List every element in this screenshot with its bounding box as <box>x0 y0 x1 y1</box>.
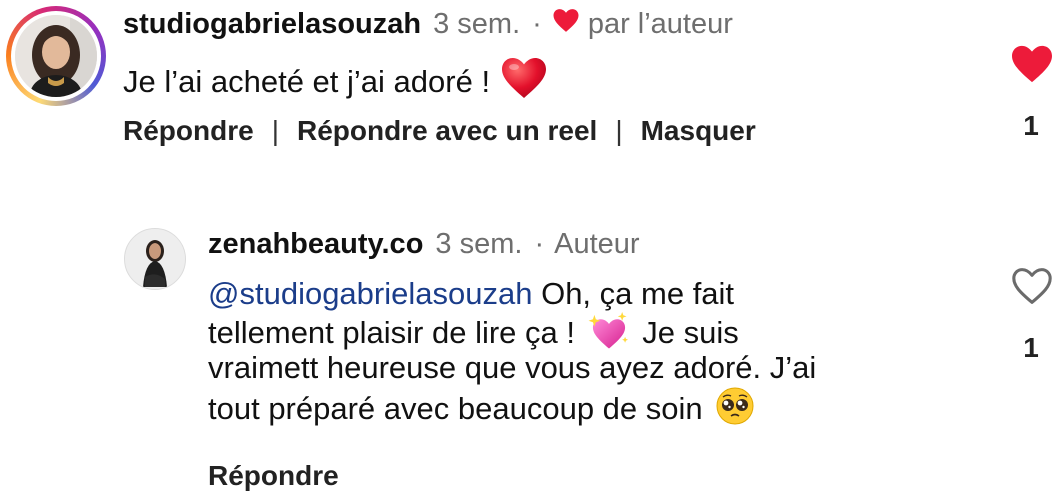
like-button[interactable] <box>1010 44 1054 84</box>
username[interactable]: studiogabrielasouzah <box>123 8 421 41</box>
like-count: 1 <box>1023 110 1039 141</box>
comment-body: Je suis <box>633 315 739 350</box>
comment-body: vraimett heureuse que vous ayez adoré. J… <box>208 350 817 385</box>
mention-link[interactable]: @studiogabrielasouzah <box>208 276 532 311</box>
comment-body: tellement plaisir de lire ça ! <box>208 315 575 350</box>
author-label: Auteur <box>554 227 640 260</box>
red-heart-emoji <box>500 56 548 108</box>
comment-meta: studiogabrielasouzah 3 sem. · par l’aute… <box>123 4 733 44</box>
comment-meta: zenahbeauty.co 3 sem. · Auteur <box>208 224 640 264</box>
like-count: 1 <box>1023 332 1039 363</box>
reply-with-reel-button[interactable]: Répondre avec un reel <box>297 115 597 147</box>
avatar[interactable] <box>124 228 186 290</box>
action-separator: | <box>615 115 623 146</box>
comment-body: Oh, ça me fait <box>532 276 735 311</box>
reply-button[interactable]: Répondre <box>208 460 339 491</box>
comment-studiogabrielasouzah: studiogabrielasouzah 3 sem. · par l’aute… <box>0 0 1058 190</box>
hide-button[interactable]: Masquer <box>641 115 756 147</box>
like-button[interactable] <box>1010 266 1054 306</box>
comment-text: @studiogabrielasouzah Oh, ça me fait tel… <box>208 275 908 426</box>
comment-text: Je l’ai acheté et j’ai adoré ! <box>123 56 548 108</box>
username[interactable]: zenahbeauty.co <box>208 228 423 261</box>
dot-separator: · <box>534 227 545 260</box>
comment-body: Je l’ai acheté et j’ai adoré ! <box>123 64 491 99</box>
reply-button[interactable]: Répondre <box>123 115 254 147</box>
comment-body: tout préparé avec beaucoup de soin <box>208 391 703 426</box>
heart-filled-icon <box>1012 45 1052 83</box>
pleading-face-emoji <box>715 386 755 434</box>
heart-outline-icon <box>1012 268 1052 304</box>
dot-separator: · <box>532 7 542 40</box>
comment-actions: Répondre | Répondre avec un reel | Masqu… <box>123 115 756 147</box>
comment-actions: Répondre <box>208 460 339 492</box>
avatar[interactable] <box>15 15 97 97</box>
story-ring[interactable] <box>6 6 106 106</box>
timestamp: 3 sem. <box>435 227 523 260</box>
liked-by-author-label: par l’auteur <box>587 7 733 40</box>
timestamp: 3 sem. <box>433 7 521 40</box>
heart-icon <box>552 8 580 41</box>
action-separator: | <box>271 115 279 146</box>
